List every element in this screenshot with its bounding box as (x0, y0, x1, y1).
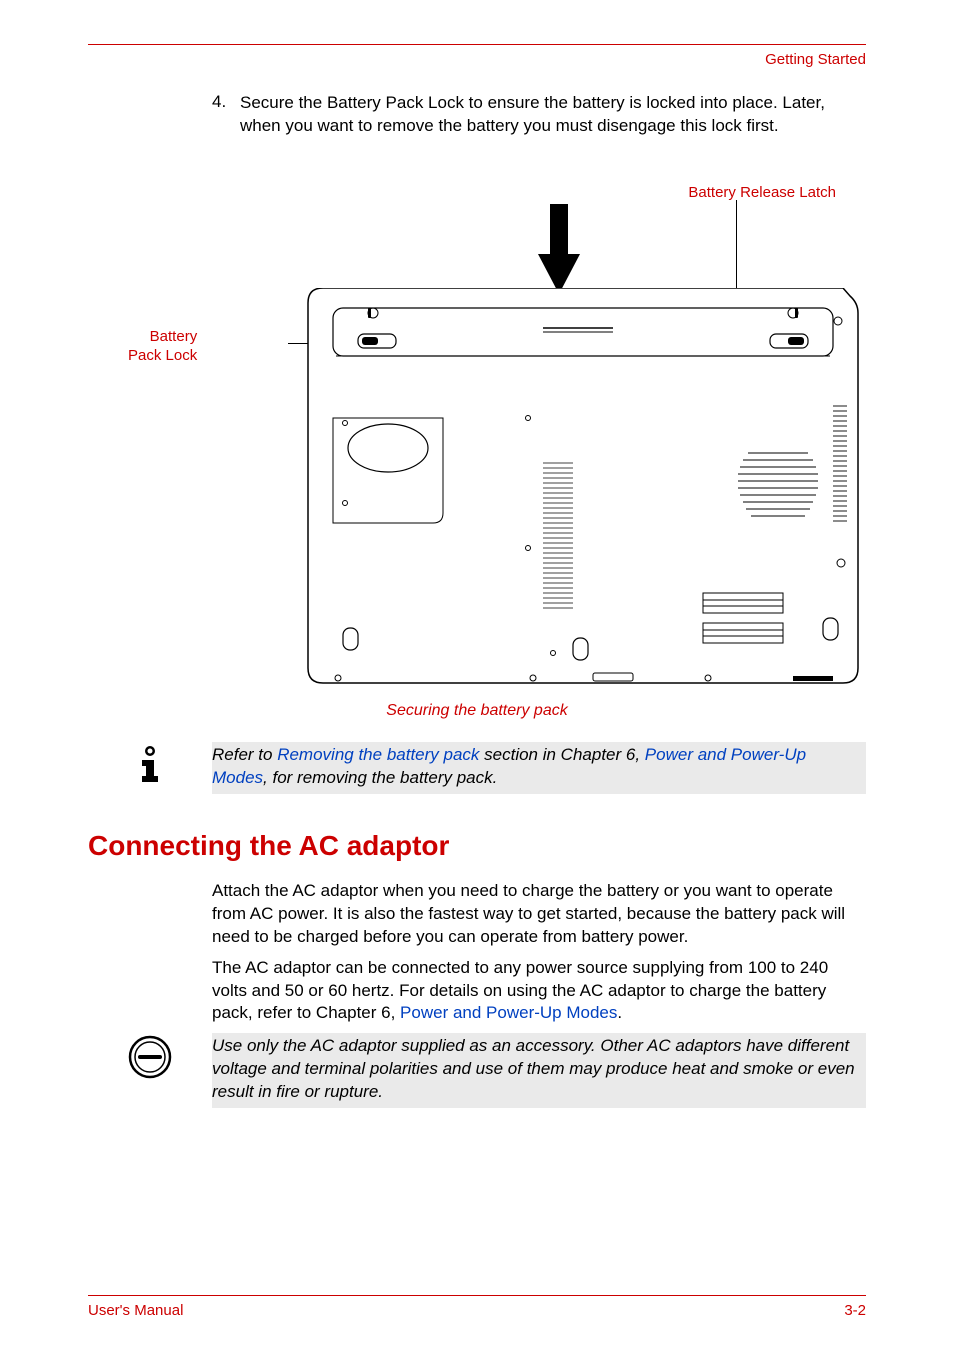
paragraph-2: The AC adaptor can be connected to any p… (212, 957, 866, 1026)
page-footer: User's Manual 3-2 (88, 1295, 866, 1319)
callout-release-latch: Battery Release Latch (688, 184, 836, 201)
paragraph-1: Attach the AC adaptor when you need to c… (212, 880, 866, 949)
info-icon (132, 744, 168, 784)
figure-battery: Battery Release Latch Battery Pack Lock (88, 168, 866, 688)
caution-icon (128, 1035, 172, 1079)
leader-line (736, 200, 738, 300)
caution-text: Use only the AC adaptor supplied as an a… (212, 1033, 866, 1108)
footer-title: User's Manual (88, 1302, 183, 1319)
step-number: 4. (212, 92, 240, 138)
heading-connecting-ac: Connecting the AC adaptor (88, 830, 866, 862)
laptop-bottom-diagram (303, 288, 863, 688)
info-note: Refer to Removing the battery pack secti… (88, 742, 866, 794)
link-power-modes-2[interactable]: Power and Power-Up Modes (400, 1003, 617, 1022)
note-text: Refer to Removing the battery pack secti… (212, 742, 866, 794)
link-removing-battery[interactable]: Removing the battery pack (277, 745, 479, 764)
step-text: Secure the Battery Pack Lock to ensure t… (240, 92, 866, 138)
step-4: 4. Secure the Battery Pack Lock to ensur… (212, 92, 866, 138)
callout-pack-lock: Battery Pack Lock (128, 328, 197, 366)
caution-note: Use only the AC adaptor supplied as an a… (88, 1033, 866, 1108)
arrow-down-icon (538, 204, 580, 294)
header-section: Getting Started (88, 51, 866, 68)
figure-caption: Securing the battery pack (88, 702, 866, 720)
footer-page: 3-2 (844, 1302, 866, 1319)
